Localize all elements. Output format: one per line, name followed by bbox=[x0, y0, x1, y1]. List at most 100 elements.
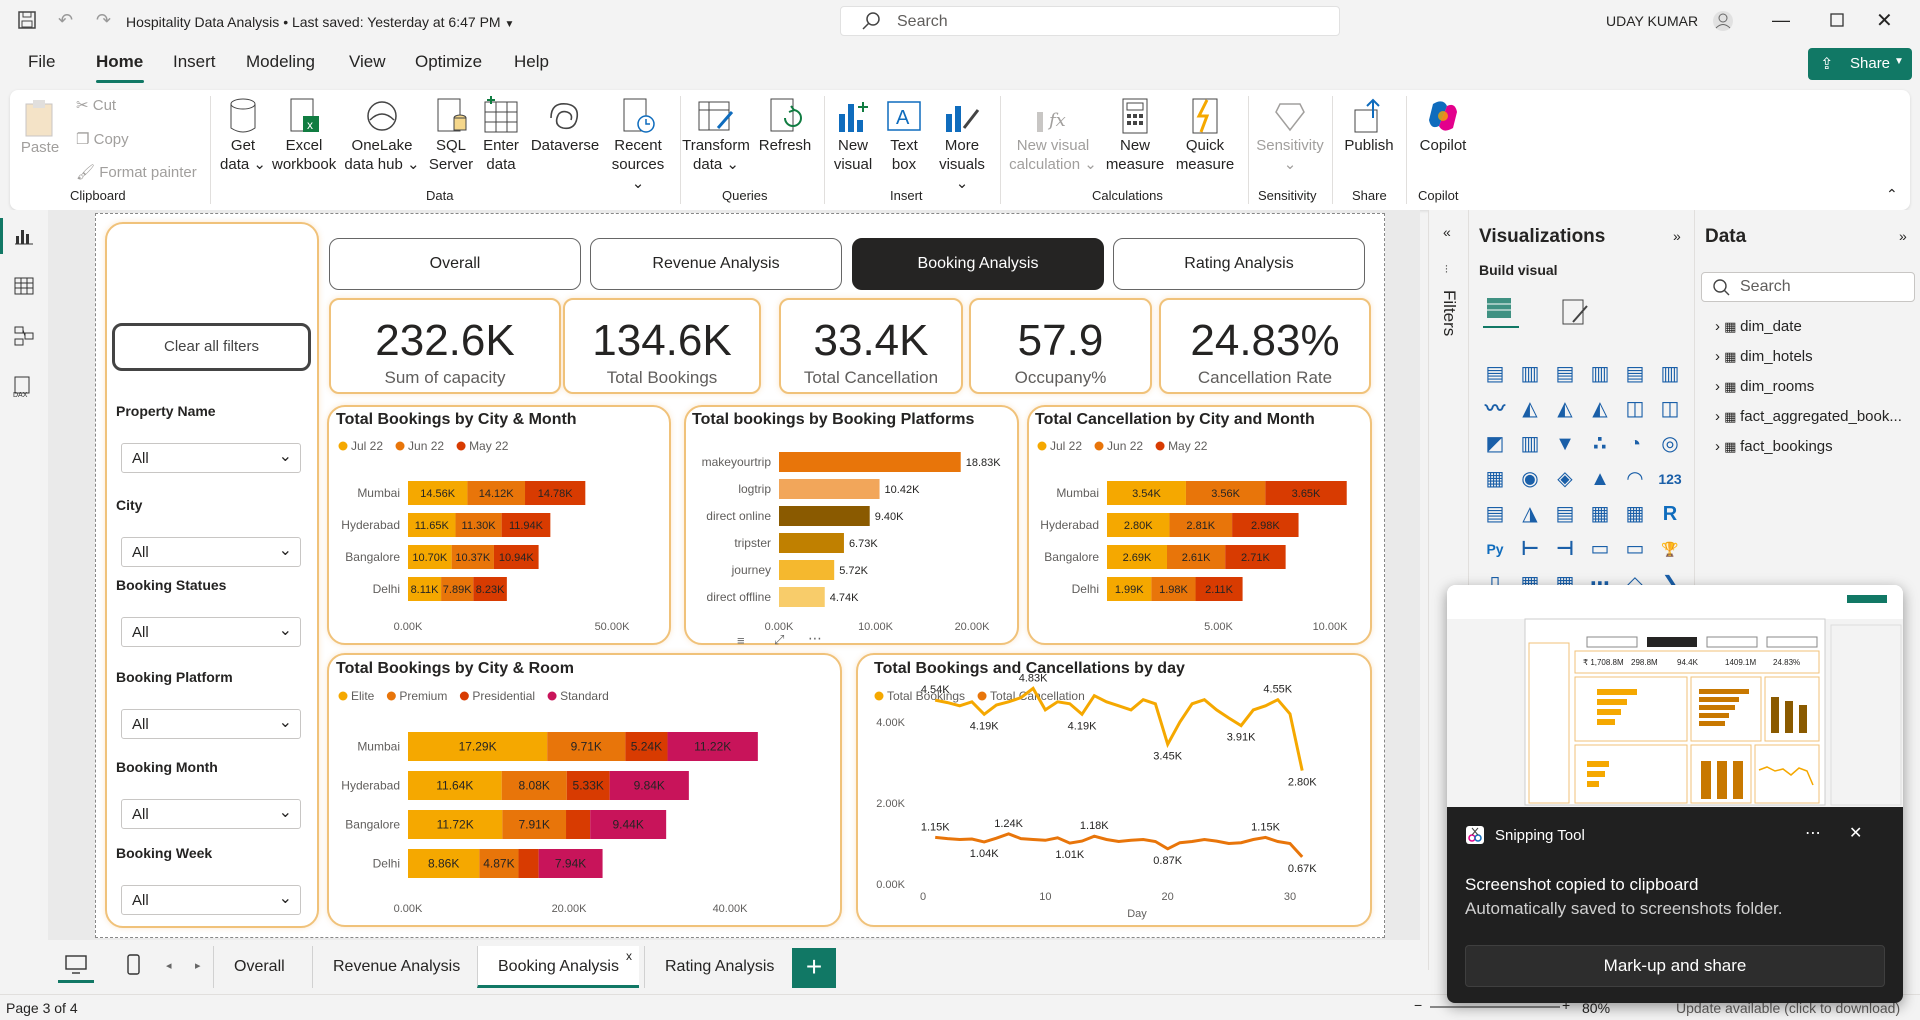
stacked-bar-chart-icon[interactable]: ▤ bbox=[1483, 362, 1507, 386]
bar[interactable] bbox=[779, 587, 825, 607]
donut-chart-icon[interactable]: ◎ bbox=[1658, 432, 1682, 456]
data-search-input[interactable]: Search bbox=[1701, 272, 1915, 302]
minimize-icon[interactable]: — bbox=[1772, 10, 1790, 31]
line-clustered-column-chart-icon[interactable]: ◫ bbox=[1623, 397, 1647, 421]
avatar[interactable] bbox=[1712, 10, 1734, 32]
data-label: 3.45K bbox=[1153, 750, 1182, 762]
map-visual-icon[interactable]: ◉ bbox=[1518, 467, 1542, 491]
legend-marker bbox=[338, 441, 348, 451]
data-table-item[interactable]: › ▦ dim_hotels bbox=[1715, 348, 1813, 365]
kpi-visual-icon[interactable]: ◮ bbox=[1518, 502, 1542, 526]
close-tab-icon[interactable]: x bbox=[626, 949, 632, 963]
more-options-icon[interactable]: ⋯ bbox=[1805, 823, 1821, 843]
filled-map-visual-icon[interactable]: ◈ bbox=[1553, 467, 1577, 491]
snipping-tool-notification[interactable]: ₹ 1,708.8M 298.8M 94.4K 1409.1M 24.83% S… bbox=[1447, 585, 1903, 1003]
data-table-item[interactable]: › ▦ dim_rooms bbox=[1715, 378, 1814, 395]
decomposition-tree-visual-icon[interactable]: ⊣ bbox=[1553, 537, 1577, 561]
slicer-visual-icon[interactable]: ▤ bbox=[1553, 502, 1577, 526]
close-icon[interactable]: ✕ bbox=[1849, 823, 1862, 843]
chevron-right-icon[interactable]: › bbox=[1715, 318, 1724, 335]
table-name: dim_date bbox=[1740, 318, 1802, 335]
scatter-chart-icon[interactable]: ∴ bbox=[1588, 432, 1612, 456]
previous-page-icon[interactable]: ◂ bbox=[166, 959, 172, 972]
more-options-icon[interactable]: ⋯ bbox=[808, 630, 822, 647]
y-tick-label: 0.00K bbox=[876, 879, 905, 891]
page-tab-booking-analysis[interactable]: Booking Analysis bbox=[477, 946, 639, 988]
line-chart-icon[interactable]: 〰 bbox=[1483, 397, 1507, 421]
data-table-item[interactable]: › ▦ fact_aggregated_book... bbox=[1715, 408, 1902, 425]
metrics-visual-icon[interactable]: 🏆 bbox=[1658, 537, 1682, 561]
data-table-item[interactable]: › ▦ dim_date bbox=[1715, 318, 1802, 335]
clustered-column-chart-icon[interactable]: ▥ bbox=[1588, 362, 1612, 386]
chevron-down-icon[interactable]: ▼ bbox=[1894, 56, 1904, 67]
bar[interactable] bbox=[779, 479, 880, 499]
bar[interactable] bbox=[779, 506, 870, 526]
bar[interactable] bbox=[779, 452, 961, 472]
stacked-column-chart-icon[interactable]: ▥ bbox=[1518, 362, 1542, 386]
matrix-visual-icon[interactable]: ▦ bbox=[1623, 502, 1647, 526]
treemap-chart-icon[interactable]: ▦ bbox=[1483, 467, 1507, 491]
chevron-right-icon[interactable]: › bbox=[1715, 348, 1724, 365]
next-page-icon[interactable]: ▸ bbox=[195, 959, 201, 972]
chevron-right-icon[interactable]: › bbox=[1715, 378, 1724, 395]
clustered-bar-chart-icon[interactable]: ▤ bbox=[1553, 362, 1577, 386]
copilot-button[interactable]: Copilot bbox=[1410, 96, 1476, 155]
smart-narrative-visual-icon[interactable]: ▭ bbox=[1623, 537, 1647, 561]
add-page-button[interactable]: + bbox=[792, 948, 836, 988]
mobile-layout-icon[interactable] bbox=[126, 954, 142, 976]
area-chart-icon[interactable]: ◭ bbox=[1518, 397, 1542, 421]
legend-label: Premium bbox=[399, 689, 447, 703]
zoom-slider[interactable] bbox=[1430, 1006, 1560, 1008]
gauge-visual-icon[interactable]: ◠ bbox=[1623, 467, 1647, 491]
format-visual-tab-icon[interactable] bbox=[1559, 296, 1591, 328]
waterfall-chart-icon[interactable]: ▥ bbox=[1518, 432, 1542, 456]
data-table-item[interactable]: › ▦ fact_bookings bbox=[1715, 438, 1833, 455]
close-icon[interactable]: ✕ bbox=[1876, 8, 1893, 33]
bar[interactable] bbox=[779, 533, 844, 553]
key-influencers-visual-icon[interactable]: ⊢ bbox=[1518, 537, 1542, 561]
100-stacked-column-chart-icon[interactable]: ▥ bbox=[1658, 362, 1682, 386]
multi-row-card-visual-icon[interactable]: ▤ bbox=[1483, 502, 1507, 526]
share-button[interactable]: ⇪ Share ▼ bbox=[1808, 48, 1912, 80]
100-stacked-bar-chart-icon[interactable]: ▤ bbox=[1623, 362, 1647, 386]
collapse-ribbon-icon[interactable]: ⌃ bbox=[1886, 186, 1898, 203]
r-visual-icon[interactable]: R bbox=[1658, 502, 1682, 526]
chevron-right-icon[interactable]: » bbox=[1673, 228, 1681, 244]
bar-segment[interactable] bbox=[566, 810, 591, 839]
page-indicator: Page 3 of 4 bbox=[6, 1000, 78, 1016]
desktop-layout-icon[interactable] bbox=[64, 954, 88, 976]
funnel-chart-icon[interactable]: ▼ bbox=[1553, 432, 1577, 456]
page-tab-overall[interactable]: Overall bbox=[213, 946, 305, 988]
screenshot-thumbnail[interactable]: ₹ 1,708.8M 298.8M 94.4K 1409.1M 24.83% bbox=[1447, 585, 1903, 807]
user-name[interactable]: UDAY KUMAR bbox=[1606, 13, 1698, 29]
mark-up-and-share-button[interactable]: Mark-up and share bbox=[1465, 945, 1885, 987]
azure-map-visual-icon[interactable]: ▲ bbox=[1588, 467, 1612, 491]
page-tab-rating-analysis[interactable]: Rating Analysis bbox=[644, 946, 794, 988]
100-stacked-area-chart-icon[interactable]: ◭ bbox=[1588, 397, 1612, 421]
data-label: 18.83K bbox=[966, 457, 1002, 469]
filters-pane-label[interactable]: Filters bbox=[1439, 290, 1459, 336]
zoom-minus-icon[interactable]: − bbox=[1414, 997, 1422, 1013]
line-stacked-column-chart-icon[interactable]: ◫ bbox=[1658, 397, 1682, 421]
chevron-right-icon[interactable]: › bbox=[1715, 438, 1724, 455]
card-visual-icon[interactable]: 123 bbox=[1658, 467, 1682, 491]
category-label: Hyderabad bbox=[1040, 518, 1099, 532]
table-visual-icon[interactable]: ▦ bbox=[1588, 502, 1612, 526]
ribbon-chart-icon[interactable]: ◩ bbox=[1483, 432, 1507, 456]
legend-marker bbox=[1094, 441, 1104, 451]
filter-icon[interactable]: ≡ bbox=[737, 633, 745, 648]
x-tick-label: 40.00K bbox=[713, 903, 749, 915]
pie-chart-icon[interactable]: ◔ bbox=[1623, 432, 1647, 456]
build-visual-tab-icon[interactable] bbox=[1483, 292, 1519, 328]
qa-visual-icon[interactable]: ▭ bbox=[1588, 537, 1612, 561]
page-tab-revenue-analysis[interactable]: Revenue Analysis bbox=[312, 946, 480, 988]
stacked-area-chart-icon[interactable]: ◭ bbox=[1553, 397, 1577, 421]
focus-mode-icon[interactable]: ⤢ bbox=[774, 632, 784, 648]
chevron-left-icon[interactable]: « bbox=[1443, 224, 1451, 240]
maximize-icon[interactable] bbox=[1830, 13, 1844, 27]
bar[interactable] bbox=[779, 560, 835, 580]
bar-segment[interactable] bbox=[518, 849, 539, 878]
chevron-right-icon[interactable]: » bbox=[1899, 228, 1907, 244]
python-visual-icon[interactable]: Py bbox=[1483, 537, 1507, 561]
chevron-right-icon[interactable]: › bbox=[1715, 408, 1724, 425]
